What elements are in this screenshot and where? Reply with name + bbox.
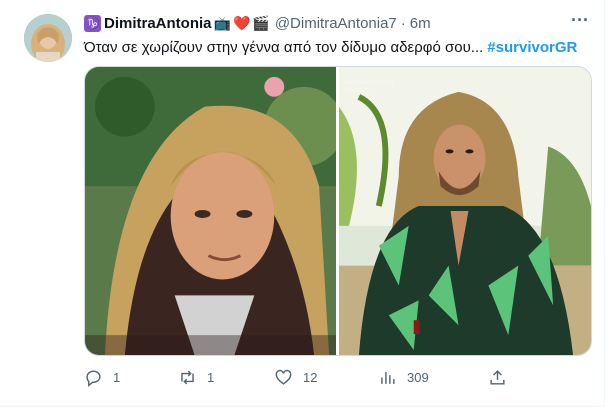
- user-handle[interactable]: @DimitraAntonia7: [275, 15, 397, 32]
- views-count: 309: [407, 369, 429, 385]
- timestamp[interactable]: 6m: [410, 15, 431, 32]
- hashtag-link[interactable]: #survivorGR: [487, 39, 577, 56]
- more-icon[interactable]: ···: [568, 11, 592, 36]
- watermark-line-2: ΚΑΝΑΛΙ 7: [345, 87, 377, 94]
- tweet[interactable]: ♑ DimitraAntonia 📺 ❤️ 🎬 @DimitraAntonia7…: [0, 0, 605, 407]
- separator-dot: ·: [400, 14, 406, 32]
- like-button[interactable]: 12: [274, 366, 317, 388]
- media-watermark: www.kinoyfolog ΚΑΝΑΛΙ 7: [345, 79, 393, 95]
- retweet-icon: [181, 370, 194, 384]
- clapper-emoji: 🎬: [252, 14, 270, 31]
- media-photo-left[interactable]: [85, 67, 337, 355]
- avatar-image: [24, 14, 72, 62]
- photo-survivor-contestant: [339, 67, 591, 355]
- media-grid: www.kinoyfolog ΚΑΝΑΛΙ 7: [84, 66, 592, 356]
- tv-emoji: 📺: [213, 14, 231, 31]
- zodiac-badge: ♑: [84, 14, 101, 32]
- tweet-header: ♑ DimitraAntonia 📺 ❤️ 🎬 @DimitraAntonia7…: [84, 12, 431, 34]
- like-icon: [275, 369, 292, 385]
- share-button[interactable]: [488, 366, 507, 388]
- share-icon: [490, 369, 505, 385]
- tweet-text: Όταν σε χωρίζουν στην γέννα από τον δίδυ…: [84, 36, 577, 58]
- heart-emoji: ❤️: [232, 14, 251, 31]
- views-button[interactable]: 309: [378, 366, 429, 388]
- tweet-body: Όταν σε χωρίζουν στην γέννα από τον δίδυ…: [84, 38, 484, 56]
- media-photo-right[interactable]: www.kinoyfolog ΚΑΝΑΛΙ 7: [339, 67, 591, 355]
- reply-count: 1: [113, 369, 121, 385]
- retweet-button[interactable]: 1: [178, 366, 214, 388]
- reply-button[interactable]: 1: [84, 366, 120, 388]
- action-bar: 1 1 12 309: [84, 366, 592, 388]
- retweet-count: 1: [207, 369, 215, 385]
- reply-icon: [86, 369, 101, 387]
- watermark-line-1: www.kinoyfolog: [345, 79, 394, 86]
- display-name[interactable]: DimitraAntonia: [104, 15, 212, 32]
- views-icon: [381, 371, 395, 384]
- avatar[interactable]: [24, 14, 72, 62]
- like-count: 12: [303, 369, 318, 385]
- photo-long-hair-man: [85, 67, 337, 355]
